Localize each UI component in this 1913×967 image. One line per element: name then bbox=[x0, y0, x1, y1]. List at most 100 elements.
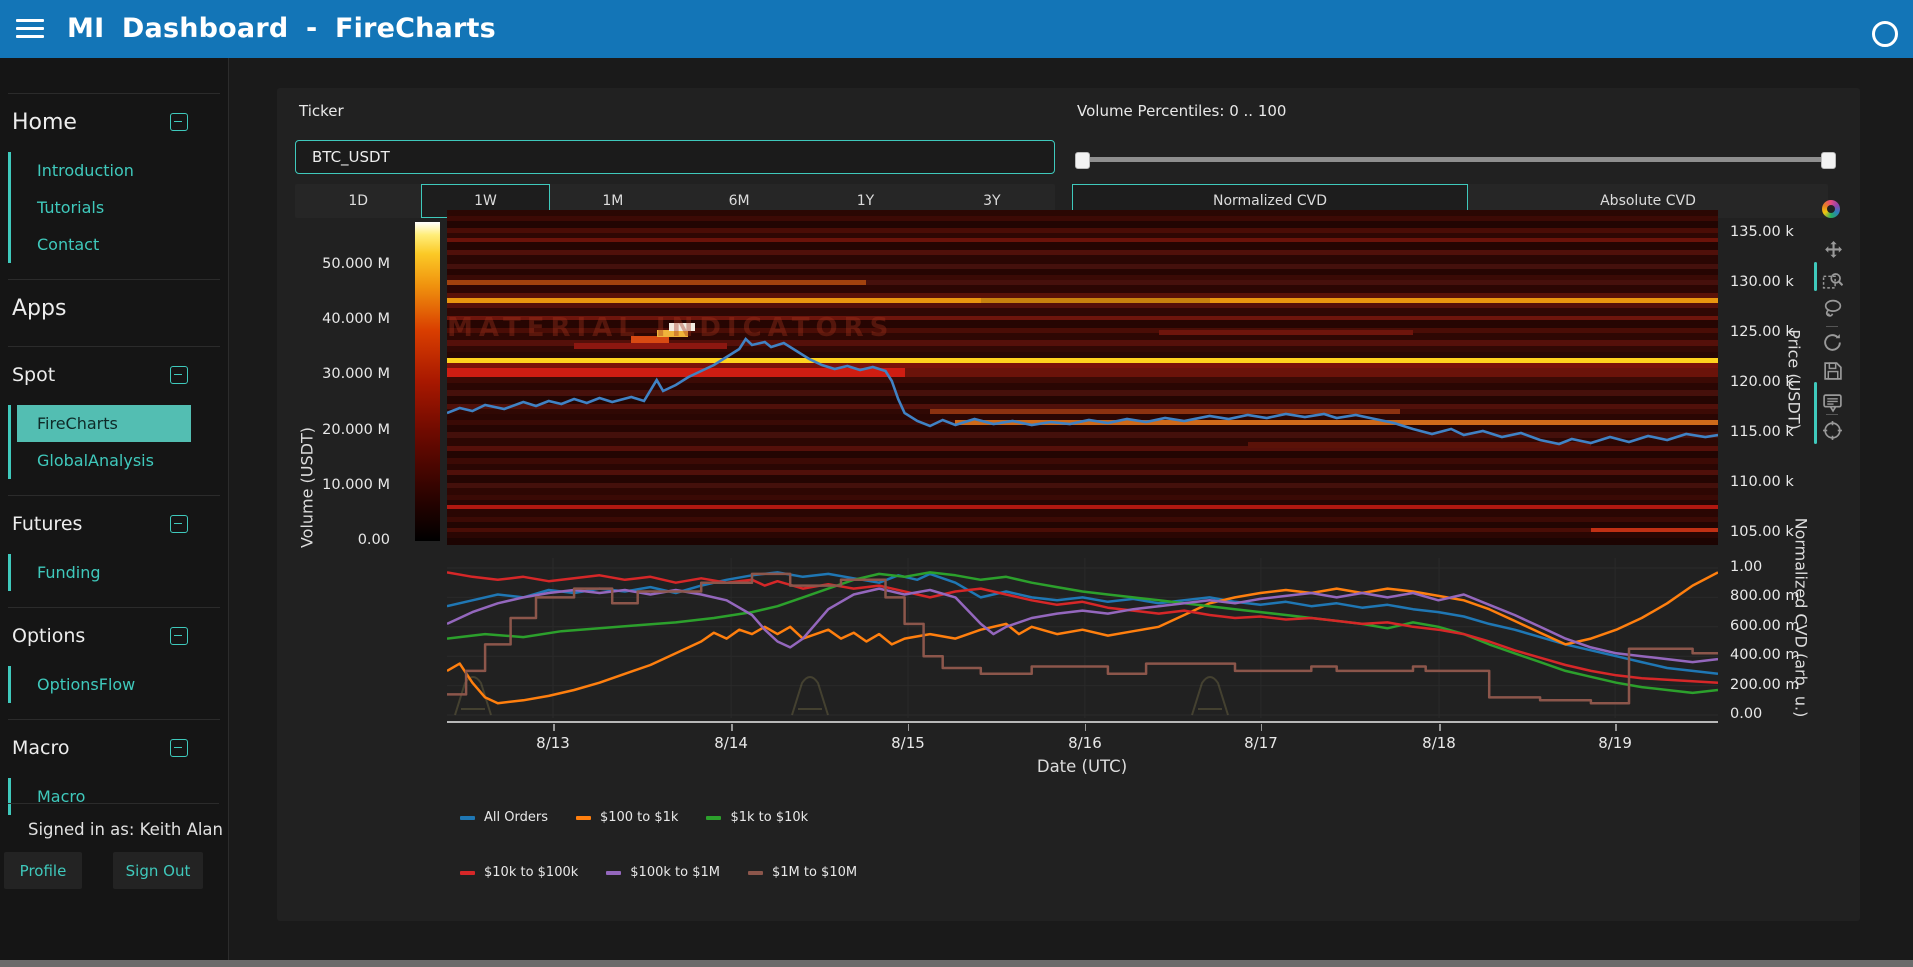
sidebar-item-macro[interactable]: Macro bbox=[17, 778, 191, 815]
sidebar-item-firecharts[interactable]: FireCharts bbox=[17, 405, 191, 442]
volume-percentiles-label: Volume Percentiles: 0 .. 100 bbox=[1077, 102, 1286, 120]
sidebar: Home IntroductionTutorialsContact Apps Spot… bbox=[0, 58, 229, 960]
legend-swatch bbox=[460, 871, 475, 875]
slider-handle-max[interactable] bbox=[1821, 152, 1836, 169]
hover-icon[interactable] bbox=[1822, 392, 1844, 414]
lasso-icon[interactable] bbox=[1822, 298, 1844, 320]
x-tick-label: 8/14 bbox=[714, 734, 748, 752]
ticker-input[interactable] bbox=[295, 140, 1055, 174]
cvd-tick-label: 600.00 m bbox=[1730, 618, 1799, 634]
sidebar-item-funding[interactable]: Funding bbox=[17, 554, 191, 591]
watermark-logo-outline bbox=[1192, 677, 1228, 715]
colorbar-tick-label: 40.000 M bbox=[297, 311, 390, 327]
user-avatar-icon[interactable] bbox=[1872, 21, 1898, 47]
legend-row: All Orders $100 to $1k $1k to $10k bbox=[460, 810, 857, 825]
save-icon[interactable] bbox=[1822, 360, 1844, 382]
watermark-logo-outline bbox=[792, 677, 828, 715]
sidebar-item-globalanalysis[interactable]: GlobalAnalysis bbox=[17, 442, 191, 479]
slider-handle-min[interactable] bbox=[1075, 152, 1090, 169]
section-heading-label: Macro bbox=[12, 737, 70, 759]
price-tick-label: 130.00 k bbox=[1730, 274, 1794, 290]
sidebar-item-tutorials[interactable]: Tutorials bbox=[17, 189, 191, 226]
cvd-tick-label: 200.00 m bbox=[1730, 677, 1799, 693]
collapse-icon[interactable] bbox=[170, 739, 188, 757]
section-heading-label: Home bbox=[12, 110, 77, 135]
sidebar-section-futures: Futures bbox=[0, 496, 228, 552]
app-title: MI Dashboard - FireCharts bbox=[67, 13, 496, 44]
box-zoom-icon[interactable] bbox=[1822, 270, 1844, 292]
colorbar-tick-label: 50.000 M bbox=[297, 256, 390, 272]
x-tick-mark bbox=[908, 724, 910, 731]
legend-item-100-to-1k[interactable]: $100 to $1k bbox=[576, 810, 678, 825]
collapse-icon[interactable] bbox=[170, 515, 188, 533]
sidebar-item-list: Macro bbox=[8, 778, 228, 815]
x-tick-label: 8/16 bbox=[1068, 734, 1102, 752]
price-tick-label: 105.00 k bbox=[1730, 524, 1794, 540]
x-tick-label: 8/19 bbox=[1598, 734, 1632, 752]
legend-item-1k-to-10k[interactable]: $1k to $10k bbox=[706, 810, 808, 825]
sidebar-section-options: Options bbox=[0, 608, 228, 664]
legend-label: $1M to $10M bbox=[772, 865, 857, 880]
reset-axes-icon[interactable] bbox=[1822, 332, 1844, 354]
pan-icon[interactable] bbox=[1822, 240, 1844, 262]
cvd-series-1m-to-10m bbox=[447, 574, 1718, 703]
ticker-label: Ticker bbox=[299, 102, 344, 120]
chart-legend: All Orders $100 to $1k $1k to $10k $10k to … bbox=[460, 810, 857, 920]
x-tick-mark bbox=[731, 724, 733, 731]
volume-axis-title: Volume (USDT) bbox=[298, 388, 317, 588]
main-content: Ticker Volume Percentiles: 0 .. 100 1D1W… bbox=[230, 58, 1913, 960]
x-tick-mark bbox=[1615, 724, 1617, 731]
sign-out-button[interactable]: Sign Out bbox=[113, 852, 203, 889]
collapse-icon[interactable] bbox=[170, 366, 188, 384]
cvd-chart-plot[interactable] bbox=[447, 558, 1718, 718]
sidebar-item-list: Funding bbox=[8, 554, 228, 591]
firecharts-panel: Ticker Volume Percentiles: 0 .. 100 1D1W… bbox=[277, 88, 1860, 921]
modebar-separator bbox=[1826, 326, 1838, 327]
cvd-tick-label: 400.00 m bbox=[1730, 647, 1799, 663]
legend-item-100k-to-1m[interactable]: $100k to $1M bbox=[606, 865, 720, 880]
volume-heatmap-plot[interactable] bbox=[447, 210, 1718, 545]
spikeline-icon[interactable] bbox=[1822, 420, 1844, 442]
sidebar-sections: Home IntroductionTutorialsContact Apps Spot… bbox=[0, 93, 228, 815]
modebar-scroll-indicator[interactable] bbox=[1814, 382, 1817, 444]
price-line bbox=[447, 339, 1718, 444]
x-axis-title: Date (UTC) bbox=[1022, 757, 1142, 776]
sidebar-item-optionsflow[interactable]: OptionsFlow bbox=[17, 666, 191, 703]
sidebar-item-list: FireChartsGlobalAnalysis bbox=[8, 405, 228, 479]
x-tick-label: 8/17 bbox=[1244, 734, 1278, 752]
legend-item-all-orders[interactable]: All Orders bbox=[460, 810, 548, 825]
price-tick-label: 135.00 k bbox=[1730, 224, 1794, 240]
legend-swatch bbox=[748, 871, 763, 875]
x-tick-label: 8/18 bbox=[1422, 734, 1456, 752]
legend-swatch bbox=[576, 816, 591, 820]
cvd-tick-label: 1.00 bbox=[1730, 559, 1762, 575]
legend-item-10k-to-100k[interactable]: $10k to $100k bbox=[460, 865, 578, 880]
horizontal-scrollbar[interactable] bbox=[0, 960, 1913, 967]
profile-button[interactable]: Profile bbox=[4, 852, 82, 889]
sidebar-item-contact[interactable]: Contact bbox=[17, 226, 191, 263]
app-window: MI Dashboard - FireCharts Home Introducti… bbox=[0, 0, 1913, 967]
x-tick-label: 8/13 bbox=[536, 734, 570, 752]
section-heading-label: Apps bbox=[12, 296, 66, 321]
legend-item-1m-to-10m[interactable]: $1M to $10M bbox=[748, 865, 857, 880]
x-tick-mark bbox=[1085, 724, 1087, 731]
legend-label: $100k to $1M bbox=[630, 865, 720, 880]
modebar-scroll-indicator[interactable] bbox=[1814, 262, 1817, 291]
section-heading-label: Spot bbox=[12, 364, 55, 386]
legend-row: $10k to $100k $100k to $1M $1M to $10M bbox=[460, 865, 857, 880]
sidebar-section-macro: Macro bbox=[0, 720, 228, 776]
legend-swatch bbox=[606, 871, 621, 875]
section-spacer bbox=[0, 336, 228, 346]
plotly-logo-icon[interactable] bbox=[1822, 200, 1840, 218]
range-button-1d[interactable]: 1D bbox=[295, 184, 421, 218]
legend-label: $100 to $1k bbox=[600, 810, 678, 825]
legend-swatch bbox=[706, 816, 721, 820]
sidebar-item-introduction[interactable]: Introduction bbox=[17, 152, 191, 189]
legend-label: All Orders bbox=[484, 810, 548, 825]
volume-percentile-slider[interactable] bbox=[1075, 157, 1836, 162]
x-tick-mark bbox=[553, 724, 555, 731]
x-tick-label: 8/15 bbox=[891, 734, 925, 752]
collapse-icon[interactable] bbox=[170, 627, 188, 645]
hamburger-menu-icon[interactable] bbox=[16, 19, 44, 39]
collapse-icon[interactable] bbox=[170, 113, 188, 131]
